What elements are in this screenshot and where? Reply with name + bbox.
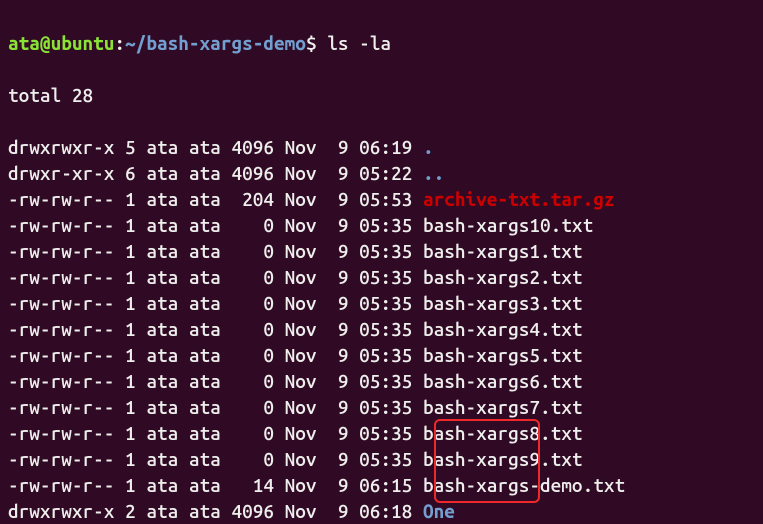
list-row: -rw-rw-r-- 1 ata ata 0 Nov 9 05:35 bash-… [8,394,757,420]
list-row: -rw-rw-r-- 1 ata ata 0 Nov 9 05:35 bash-… [8,264,757,290]
list-row: -rw-rw-r-- 1 ata ata 0 Nov 9 05:35 bash-… [8,368,757,394]
file-name: One [423,500,455,522]
list-row: -rw-rw-r-- 1 ata ata 0 Nov 9 05:35 bash-… [8,212,757,238]
file-name: bash-xargs3.txt [423,292,583,314]
file-meta: -rw-rw-r-- 1 ata ata 0 Nov 9 05:35 [8,448,423,470]
file-name: bash-xargs10.txt [423,214,593,236]
file-meta: -rw-rw-r-- 1 ata ata 0 Nov 9 05:35 [8,344,423,366]
file-meta: -rw-rw-r-- 1 ata ata 14 Nov 9 06:15 [8,474,423,496]
file-name: archive-txt.tar.gz [423,188,615,210]
file-meta: -rw-rw-r-- 1 ata ata 204 Nov 9 05:53 [8,188,423,210]
file-name: bash-xargs1.txt [423,240,583,262]
file-name: .. [423,162,444,184]
terminal[interactable]: ata@ubuntu:~/bash-xargs-demo$ ls -la tot… [0,0,763,524]
file-name: bash-xargs2.txt [423,266,583,288]
prompt-path: ~/bash-xargs-demo [125,32,306,54]
file-meta: -rw-rw-r-- 1 ata ata 0 Nov 9 05:35 [8,214,423,236]
file-name: bash-xargs8.txt [423,422,583,444]
total-line: total 28 [8,82,757,108]
prompt-colon: : [114,32,125,54]
file-name: bash-xargs9.txt [423,448,583,470]
list-row: drwxr-xr-x 6 ata ata 4096 Nov 9 05:22 .. [8,160,757,186]
file-meta: -rw-rw-r-- 1 ata ata 0 Nov 9 05:35 [8,370,423,392]
list-row: -rw-rw-r-- 1 ata ata 0 Nov 9 05:35 bash-… [8,290,757,316]
file-meta: drwxr-xr-x 6 ata ata 4096 Nov 9 05:22 [8,162,423,184]
file-meta: -rw-rw-r-- 1 ata ata 0 Nov 9 05:35 [8,422,423,444]
list-row: -rw-rw-r-- 1 ata ata 14 Nov 9 06:15 bash… [8,472,757,498]
file-meta: -rw-rw-r-- 1 ata ata 0 Nov 9 05:35 [8,396,423,418]
file-meta: -rw-rw-r-- 1 ata ata 0 Nov 9 05:35 [8,240,423,262]
prompt-host: ubuntu [51,32,115,54]
prompt-user: ata [8,32,40,54]
list-row: -rw-rw-r-- 1 ata ata 204 Nov 9 05:53 arc… [8,186,757,212]
list-row: -rw-rw-r-- 1 ata ata 0 Nov 9 05:35 bash-… [8,238,757,264]
list-row: -rw-rw-r-- 1 ata ata 0 Nov 9 05:35 bash-… [8,342,757,368]
file-meta: -rw-rw-r-- 1 ata ata 0 Nov 9 05:35 [8,292,423,314]
file-meta: -rw-rw-r-- 1 ata ata 0 Nov 9 05:35 [8,266,423,288]
command-text: ls -la [317,32,391,54]
file-meta: -rw-rw-r-- 1 ata ata 0 Nov 9 05:35 [8,318,423,340]
file-listing: drwxrwxr-x 5 ata ata 4096 Nov 9 06:19 .d… [8,134,757,524]
prompt-line-1: ata@ubuntu:~/bash-xargs-demo$ ls -la [8,30,757,56]
file-meta: drwxrwxr-x 2 ata ata 4096 Nov 9 06:18 [8,500,423,522]
list-row: drwxrwxr-x 2 ata ata 4096 Nov 9 06:18 On… [8,498,757,524]
file-name: bash-xargs5.txt [423,344,583,366]
list-row: -rw-rw-r-- 1 ata ata 0 Nov 9 05:35 bash-… [8,316,757,342]
file-name: bash-xargs6.txt [423,370,583,392]
file-name: bash-xargs-demo.txt [423,474,625,496]
list-row: -rw-rw-r-- 1 ata ata 0 Nov 9 05:35 bash-… [8,446,757,472]
list-row: drwxrwxr-x 5 ata ata 4096 Nov 9 06:19 . [8,134,757,160]
file-name: bash-xargs4.txt [423,318,583,340]
file-meta: drwxrwxr-x 5 ata ata 4096 Nov 9 06:19 [8,136,423,158]
prompt-at: @ [40,32,51,54]
file-name: . [423,136,434,158]
file-name: bash-xargs7.txt [423,396,583,418]
list-row: -rw-rw-r-- 1 ata ata 0 Nov 9 05:35 bash-… [8,420,757,446]
prompt-end: $ [306,32,317,54]
